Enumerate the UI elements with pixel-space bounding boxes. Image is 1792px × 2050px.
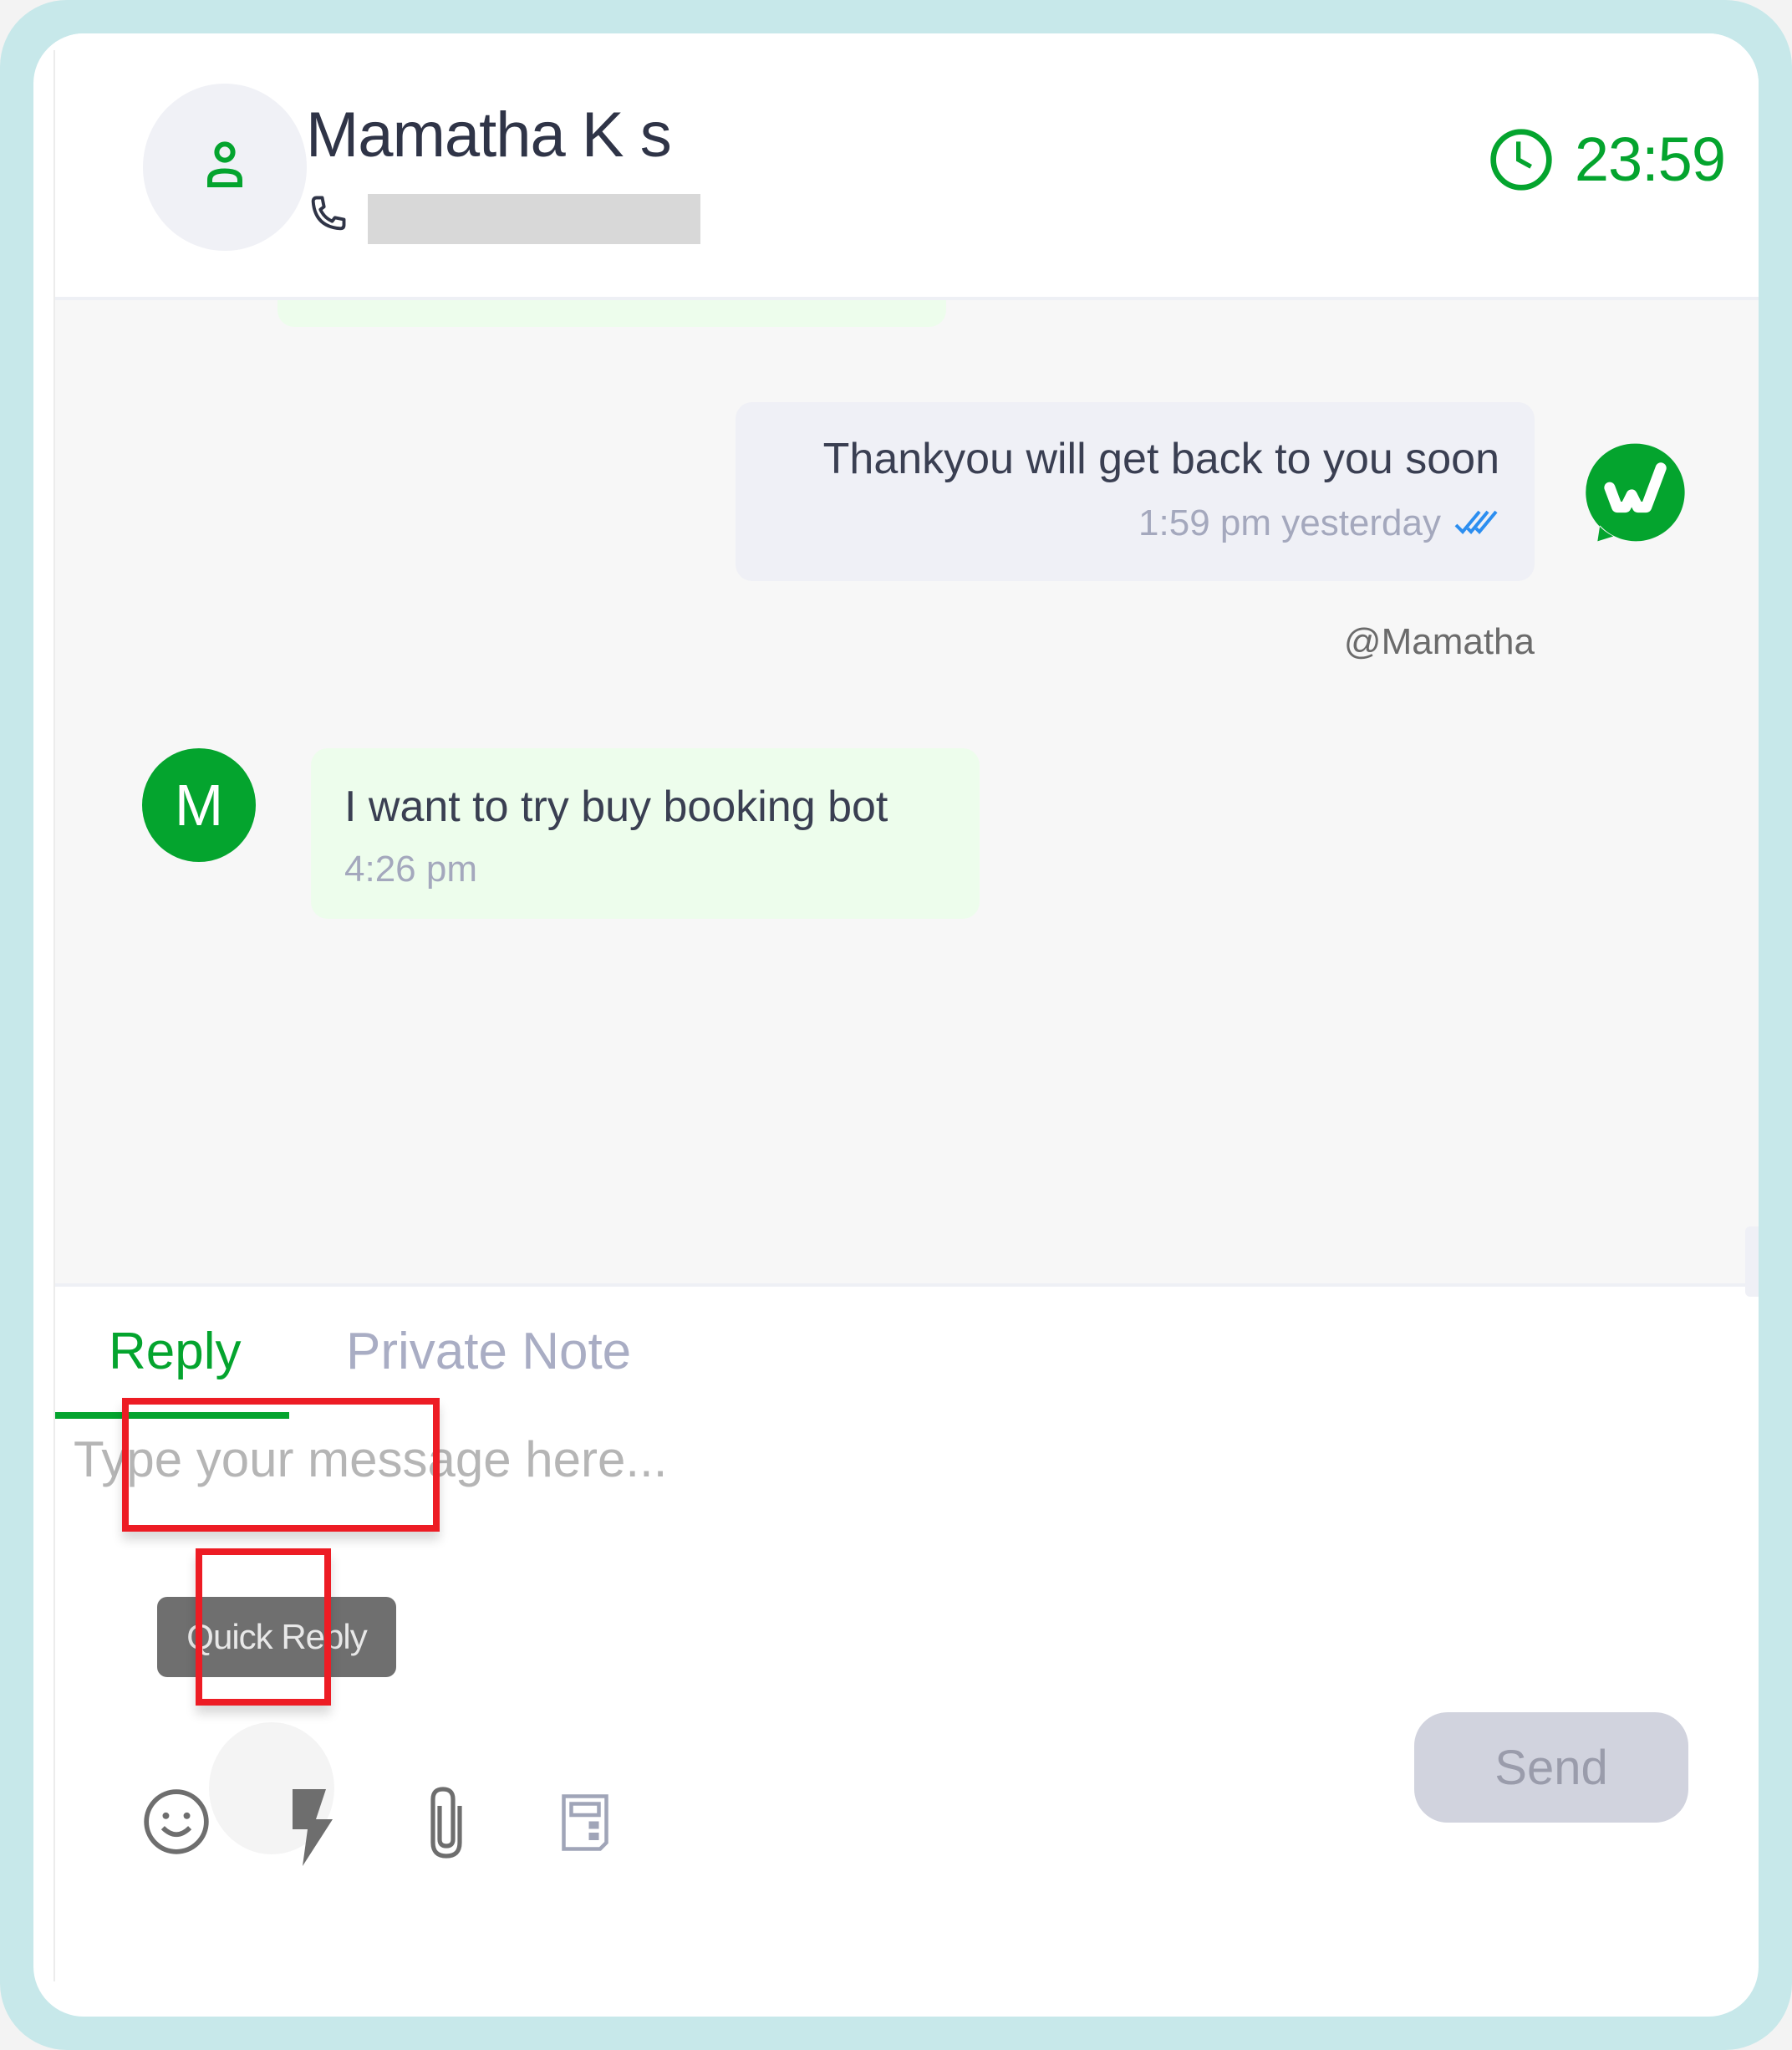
clock-icon [1490,128,1552,191]
agent-handle: @Mamatha [1343,621,1535,662]
send-button[interactable]: Send [1414,1712,1688,1823]
phone-icon [311,196,346,231]
previous-message-clipped [277,300,946,327]
message-time: 4:26 pm [344,849,477,890]
emoji-icon[interactable] [140,1786,212,1858]
chat-header: Mamatha K s 23:59 [55,33,1759,300]
contact-avatar[interactable] [143,84,307,251]
template-icon[interactable] [560,1792,610,1853]
message-time: 1:59 pm yesterday [1138,502,1441,543]
message-text: I want to try buy booking bot [344,783,888,831]
quick-reply-highlight-box [196,1548,331,1706]
message-list[interactable]: Thankyou will get back to you soon 1:59 … [55,300,1759,1297]
timer-value: 23:59 [1574,125,1726,194]
double-check-icon [1454,510,1498,534]
message-bubble-outgoing: Thankyou will get back to you soon 1:59 … [736,402,1535,581]
contact-name: Mamatha K s [306,99,672,171]
whatsapp-icon [1586,443,1685,542]
screenshot-frame: Mamatha K s 23:59 Thankyou will get back… [0,0,1792,2050]
attachment-icon[interactable] [423,1782,470,1863]
quick-reply-icon[interactable] [289,1789,333,1866]
message-bubble-incoming: I want to try buy booking bot 4:26 pm [311,748,980,919]
message-text: Thankyou will get back to you soon [822,435,1499,483]
phone-number-redacted [368,194,700,244]
message-meta: 1:59 pm yesterday [1138,502,1499,544]
tab-reply[interactable]: Reply [109,1322,242,1381]
session-timer: 23:59 [1488,124,1726,195]
user-icon [207,141,242,187]
contact-avatar-initial: M [142,748,256,862]
tab-private-note[interactable]: Private Note [346,1322,631,1381]
tooltip-highlight-box [122,1398,440,1532]
